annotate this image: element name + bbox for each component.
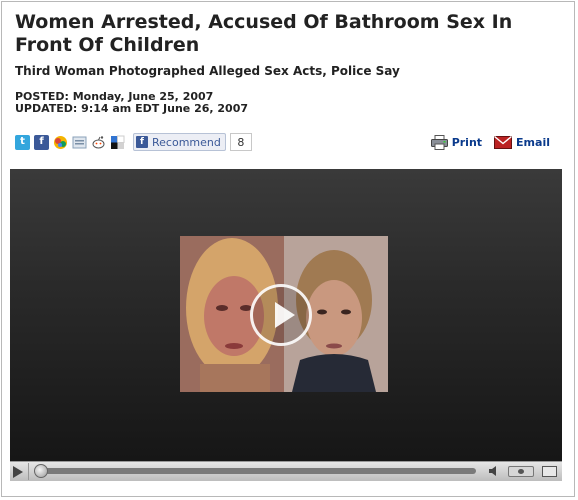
buzz-icon[interactable] <box>53 134 68 150</box>
print-link[interactable]: Print <box>430 135 483 150</box>
facebook-icon: f <box>136 136 148 148</box>
envelope-icon <box>494 136 513 149</box>
email-link[interactable]: Email <box>494 136 550 149</box>
updated-date: UPDATED: 9:14 am EDT June 26, 2007 <box>15 102 249 115</box>
play-overlay-button[interactable] <box>250 284 312 346</box>
article-tools: Print Email <box>419 135 550 150</box>
reddit-icon[interactable] <box>91 134 106 150</box>
headline: Women Arrested, Accused Of Bathroom Sex … <box>15 11 513 56</box>
video-player[interactable] <box>10 169 562 461</box>
controls-divider <box>28 463 29 480</box>
printer-icon <box>430 135 448 150</box>
page-frame: Women Arrested, Accused Of Bathroom Sex … <box>1 1 575 497</box>
recommend-count: 8 <box>229 133 252 151</box>
recommend-label: Recommend <box>152 135 221 149</box>
print-label: Print <box>451 136 483 149</box>
quality-toggle[interactable] <box>508 466 534 477</box>
email-label: Email <box>516 136 550 149</box>
play-icon[interactable] <box>13 466 23 478</box>
facebook-icon[interactable]: f <box>34 134 49 150</box>
delicious-icon[interactable] <box>110 134 125 150</box>
digg-icon[interactable] <box>72 134 87 150</box>
play-icon <box>275 302 295 328</box>
volume-icon[interactable] <box>488 465 500 477</box>
share-bar: t f f Recommend 8 <box>15 133 252 151</box>
twitter-icon[interactable]: t <box>15 134 30 150</box>
quality-icon <box>518 469 524 474</box>
recommend-button[interactable]: f Recommend <box>133 133 226 151</box>
seek-handle[interactable] <box>34 464 48 478</box>
dateline: POSTED: Monday, June 25, 2007 UPDATED: 9… <box>15 91 248 115</box>
seek-bar[interactable] <box>40 468 476 474</box>
subheadline: Third Woman Photographed Alleged Sex Act… <box>15 64 400 78</box>
video-poster-image[interactable] <box>180 236 388 392</box>
fullscreen-icon[interactable] <box>542 466 557 477</box>
player-controls <box>10 461 562 481</box>
